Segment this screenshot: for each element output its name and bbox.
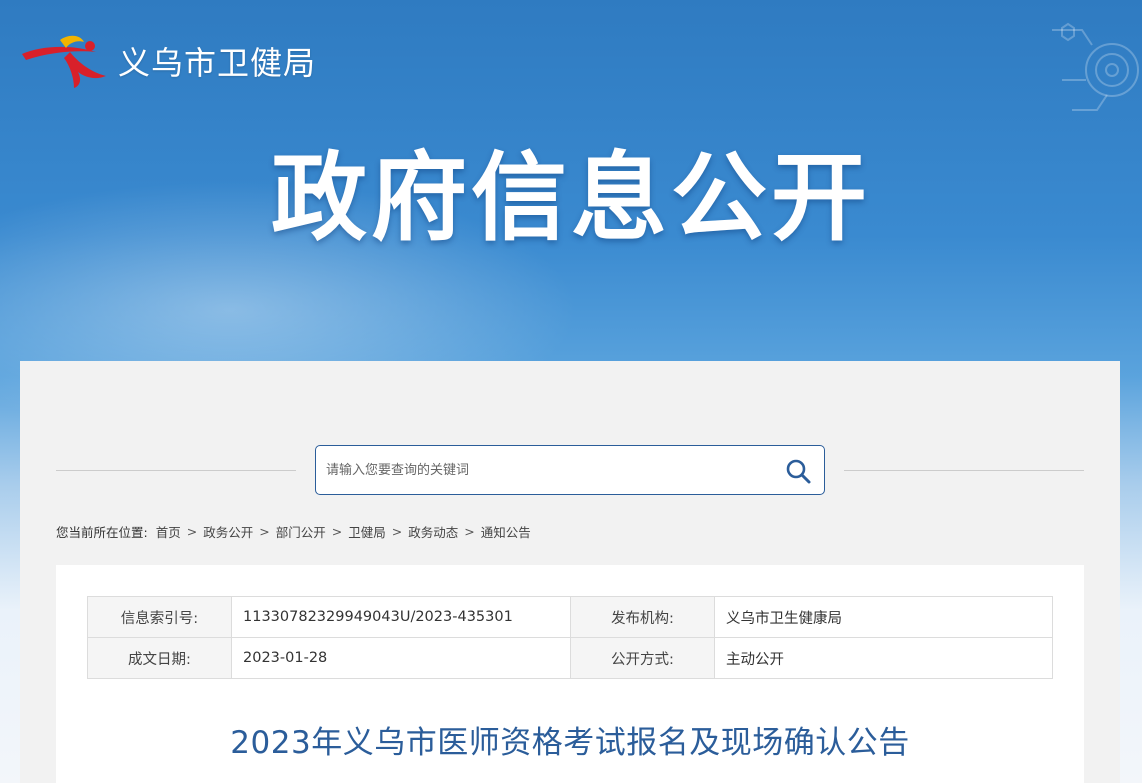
breadcrumb-separator: > — [464, 524, 475, 539]
breadcrumb-item-health-bureau[interactable]: 卫健局 — [348, 522, 386, 541]
disclosure-mode-label: 公开方式: — [570, 637, 715, 679]
breadcrumb-separator: > — [391, 524, 403, 539]
table-row: 信息索引号: 11330782329949043U/2023-435301 发布… — [87, 596, 1053, 638]
search-divider-left — [56, 470, 296, 471]
info-meta-table: 信息索引号: 11330782329949043U/2023-435301 发布… — [87, 596, 1053, 679]
logo-text: 义乌市卫健局 — [118, 44, 317, 82]
main-panel: 您当前所在位置: 首页 > 政务公开 > 部门公开 > 卫健局 > 政务动态 >… — [20, 361, 1120, 783]
yiwu-health-logo-icon — [22, 35, 106, 88]
breadcrumb-item-gov-affairs[interactable]: 政务公开 — [203, 522, 253, 541]
search-box — [315, 445, 825, 495]
search-input[interactable] — [326, 458, 766, 482]
breadcrumb-lead: 您当前所在位置: — [56, 525, 148, 540]
publisher-value: 义乌市卫生健康局 — [714, 596, 1053, 638]
index-number-label: 信息索引号: — [87, 596, 232, 638]
breadcrumb-separator: > — [331, 524, 343, 539]
disclosure-mode-value: 主动公开 — [714, 637, 1053, 679]
search-icon[interactable] — [784, 457, 812, 485]
breadcrumb-item-notices[interactable]: 通知公告 — [481, 522, 531, 541]
article-title: 2023年义乌市医师资格考试报名及现场确认公告 — [230, 725, 910, 761]
breadcrumb: 您当前所在位置: 首页 > 政务公开 > 部门公开 > 卫健局 > 政务动态 >… — [56, 522, 531, 541]
breadcrumb-separator: > — [259, 524, 270, 539]
breadcrumb-separator: > — [186, 524, 198, 539]
breadcrumb-item-news[interactable]: 政务动态 — [408, 522, 458, 541]
breadcrumb-item-department[interactable]: 部门公开 — [276, 522, 326, 541]
hero-title: 政府信息公开 — [271, 142, 871, 254]
table-row: 成文日期: 2023-01-28 公开方式: 主动公开 — [87, 637, 1053, 679]
publisher-label: 发布机构: — [570, 596, 715, 638]
article-content: 信息索引号: 11330782329949043U/2023-435301 发布… — [56, 565, 1084, 783]
index-number-value: 11330782329949043U/2023-435301 — [231, 596, 571, 638]
date-value: 2023-01-28 — [231, 637, 571, 679]
date-label: 成文日期: — [87, 637, 232, 679]
search-divider-right — [844, 470, 1084, 471]
site-logo[interactable]: 义乌市卫健局 — [20, 32, 316, 90]
breadcrumb-item-home[interactable]: 首页 — [156, 522, 181, 541]
